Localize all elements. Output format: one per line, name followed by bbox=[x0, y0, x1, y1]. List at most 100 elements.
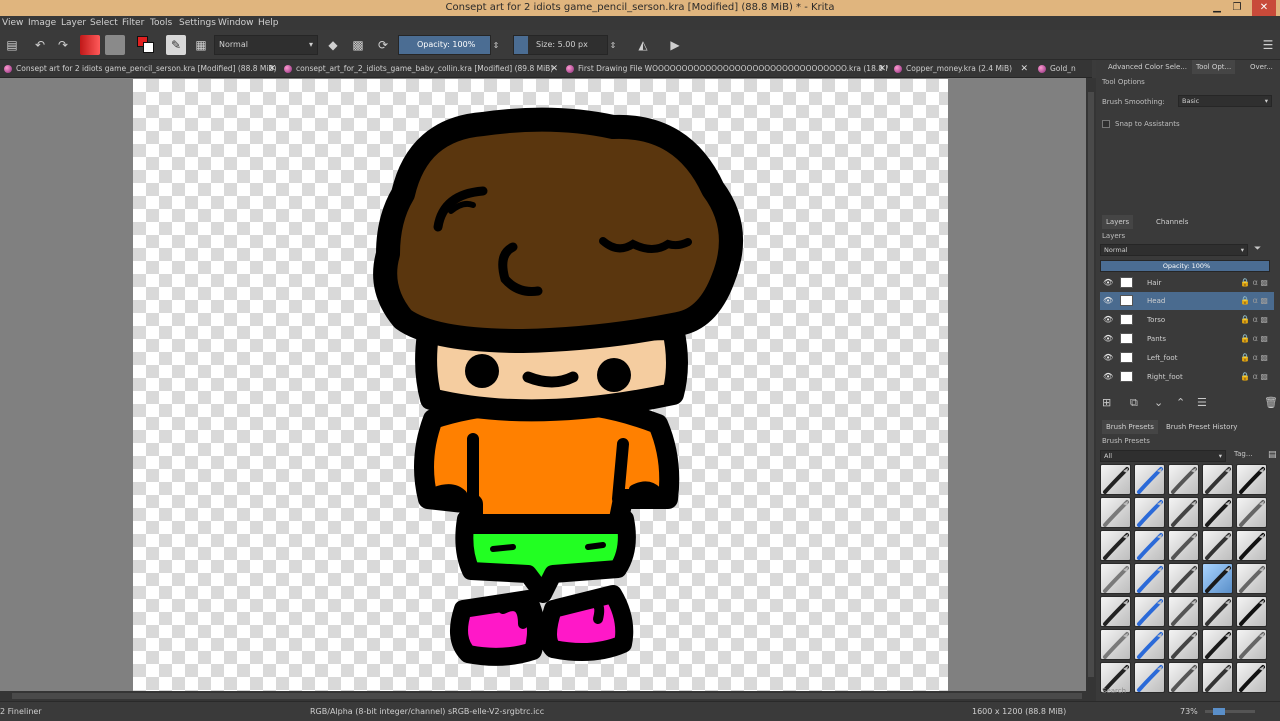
brush-preset-item[interactable] bbox=[1202, 662, 1233, 693]
brush-preset-item[interactable] bbox=[1168, 629, 1199, 660]
brush-preset-item[interactable] bbox=[1134, 497, 1165, 528]
brush-preset-item[interactable] bbox=[1202, 629, 1233, 660]
brush-preset-item[interactable] bbox=[1168, 497, 1199, 528]
close-tab-icon[interactable]: ✕ bbox=[550, 60, 558, 78]
eye-icon[interactable]: 👁 bbox=[1103, 278, 1113, 287]
close-tab-icon[interactable]: ✕ bbox=[1020, 60, 1028, 78]
layer-row-pants[interactable]: 👁 Pants 🔒 α ▩ bbox=[1100, 330, 1274, 348]
menu-layer[interactable]: Layer bbox=[61, 16, 86, 30]
menu-view[interactable]: View bbox=[2, 16, 23, 30]
brush-preset-item[interactable] bbox=[1168, 563, 1199, 594]
tab-layers[interactable]: Layers bbox=[1102, 215, 1134, 229]
menu-help[interactable]: Help bbox=[258, 16, 279, 30]
snap-assistants-checkbox[interactable] bbox=[1102, 120, 1110, 128]
menu-filter[interactable]: Filter bbox=[122, 16, 144, 30]
layer-blend-mode-select[interactable]: Normal ▾ bbox=[1100, 244, 1248, 256]
eye-icon[interactable]: 👁 bbox=[1103, 353, 1113, 362]
brush-view-mode-icon[interactable]: ▤ bbox=[1268, 450, 1277, 460]
eye-icon[interactable]: 👁 bbox=[1103, 334, 1113, 343]
hamburger-menu-icon[interactable]: ☰ bbox=[1258, 35, 1278, 55]
brush-tag-filter-select[interactable]: All ▾ bbox=[1100, 450, 1226, 462]
layer-properties-icon[interactable]: ☰ bbox=[1197, 396, 1207, 409]
filter-icon[interactable]: ⏷ bbox=[1254, 244, 1261, 254]
layer-lock-alpha-icons[interactable]: 🔒 α ▩ bbox=[1240, 292, 1268, 310]
brush-preset-item[interactable] bbox=[1236, 662, 1267, 693]
menu-window[interactable]: Window bbox=[218, 16, 254, 30]
brush-preset-item[interactable] bbox=[1202, 464, 1233, 495]
brush-preset-item[interactable] bbox=[1202, 563, 1233, 594]
opacity-slider[interactable]: Opacity: 100% bbox=[398, 35, 491, 55]
tab-brush-preset-history[interactable]: Brush Preset History bbox=[1162, 420, 1241, 434]
blend-mode-select[interactable]: Normal ▾ bbox=[214, 35, 318, 55]
brush-preset-item[interactable] bbox=[1168, 530, 1199, 561]
brush-preset-item[interactable] bbox=[1202, 530, 1233, 561]
tab-document-5[interactable]: Gold_n bbox=[1034, 60, 1092, 78]
layer-lock-alpha-icons[interactable]: 🔒 α ▩ bbox=[1240, 311, 1268, 329]
move-layer-up-icon[interactable]: ⌃ bbox=[1176, 396, 1185, 409]
menu-tools[interactable]: Tools bbox=[150, 16, 172, 30]
tab-channels[interactable]: Channels bbox=[1152, 215, 1192, 229]
size-spin-icon[interactable]: ⇕ bbox=[608, 35, 618, 55]
gradient-picker-button[interactable] bbox=[80, 35, 100, 55]
layer-row-left-foot[interactable]: 👁 Left_foot 🔒 α ▩ bbox=[1100, 349, 1274, 367]
eye-icon[interactable]: 👁 bbox=[1103, 315, 1113, 324]
brush-preset-item[interactable] bbox=[1236, 530, 1267, 561]
close-tab-icon[interactable]: ✕ bbox=[268, 60, 276, 78]
brush-preset-item[interactable] bbox=[1134, 629, 1165, 660]
layer-row-torso[interactable]: 👁 Torso 🔒 α ▩ bbox=[1100, 311, 1274, 329]
brush-preset-item[interactable] bbox=[1100, 563, 1131, 594]
size-slider[interactable]: Size: 5.00 px bbox=[513, 35, 608, 55]
brush-preset-item[interactable] bbox=[1134, 563, 1165, 594]
layer-row-hair[interactable]: 👁 Hair 🔒 α ▩ bbox=[1100, 274, 1274, 292]
add-layer-icon[interactable]: ⊞ bbox=[1102, 396, 1111, 409]
brush-preset-item[interactable] bbox=[1100, 596, 1131, 627]
eye-icon[interactable]: 👁 bbox=[1103, 296, 1113, 305]
mirror-horizontal-icon[interactable]: ◭ bbox=[633, 35, 653, 55]
brush-preset-item[interactable] bbox=[1134, 464, 1165, 495]
menu-image[interactable]: Image bbox=[28, 16, 56, 30]
minimize-icon[interactable]: ▁ bbox=[1208, 0, 1226, 16]
duplicate-layer-icon[interactable]: ⧉ bbox=[1130, 396, 1138, 410]
fg-bg-color-selector[interactable] bbox=[136, 35, 156, 55]
tab-brush-presets[interactable]: Brush Presets bbox=[1102, 420, 1158, 434]
brush-preset-item[interactable] bbox=[1236, 563, 1267, 594]
brush-preset-button[interactable]: ✎ bbox=[166, 35, 186, 55]
vertical-scrollbar[interactable] bbox=[1086, 78, 1096, 691]
brush-preset-item[interactable] bbox=[1100, 530, 1131, 561]
layer-lock-alpha-icons[interactable]: 🔒 α ▩ bbox=[1240, 330, 1268, 348]
brush-preset-item[interactable] bbox=[1100, 497, 1131, 528]
brush-smoothing-select[interactable]: Basic ▾ bbox=[1178, 95, 1272, 107]
brush-preset-item[interactable] bbox=[1168, 464, 1199, 495]
close-tab-icon[interactable]: ✕ bbox=[878, 60, 886, 78]
layer-opacity-slider[interactable]: Opacity: 100% bbox=[1100, 260, 1270, 272]
brush-preset-item[interactable] bbox=[1168, 596, 1199, 627]
brush-search-input[interactable]: Search bbox=[1102, 687, 1126, 695]
mirror-vertical-icon[interactable]: ▶ bbox=[665, 35, 685, 55]
brush-preset-item[interactable] bbox=[1134, 530, 1165, 561]
zoom-slider[interactable] bbox=[1205, 708, 1255, 715]
tab-document-2[interactable]: consept_art_for_2_idiots_game_baby_colli… bbox=[280, 60, 560, 78]
brush-preset-item[interactable] bbox=[1100, 464, 1131, 495]
tab-document-1[interactable]: Consept art for 2 idiots game_pencil_ser… bbox=[0, 60, 278, 78]
brush-preset-item[interactable] bbox=[1236, 464, 1267, 495]
eye-icon[interactable]: 👁 bbox=[1103, 372, 1113, 381]
restore-icon[interactable]: ❐ bbox=[1228, 0, 1246, 16]
brush-preset-item[interactable] bbox=[1202, 497, 1233, 528]
brush-preset-item[interactable] bbox=[1134, 596, 1165, 627]
layer-lock-alpha-icons[interactable]: 🔒 α ▩ bbox=[1240, 274, 1268, 292]
tab-advanced-color-selector[interactable]: Advanced Color Sele... bbox=[1104, 60, 1191, 74]
tab-document-4[interactable]: Copper_money.kra (2.4 MiB) ✕ bbox=[890, 60, 1030, 78]
horizontal-scrollbar[interactable] bbox=[0, 691, 1096, 701]
layer-row-head[interactable]: 👁 Head 🔒 α ▩ bbox=[1100, 292, 1274, 310]
delete-layer-icon[interactable]: 🗑 bbox=[1264, 396, 1278, 409]
layer-row-right-foot[interactable]: 👁 Right_foot 🔒 α ▩ bbox=[1100, 368, 1274, 386]
grid-icon[interactable]: ▦ bbox=[191, 35, 211, 55]
opacity-spin-icon[interactable]: ⇕ bbox=[491, 35, 501, 55]
canvas-area[interactable] bbox=[0, 78, 1086, 691]
brush-preset-item[interactable] bbox=[1236, 497, 1267, 528]
brush-preset-item[interactable] bbox=[1134, 662, 1165, 693]
redo-icon[interactable]: ↷ bbox=[53, 35, 73, 55]
brush-preset-item[interactable] bbox=[1202, 596, 1233, 627]
pattern-picker-button[interactable] bbox=[105, 35, 125, 55]
menu-select[interactable]: Select bbox=[90, 16, 118, 30]
